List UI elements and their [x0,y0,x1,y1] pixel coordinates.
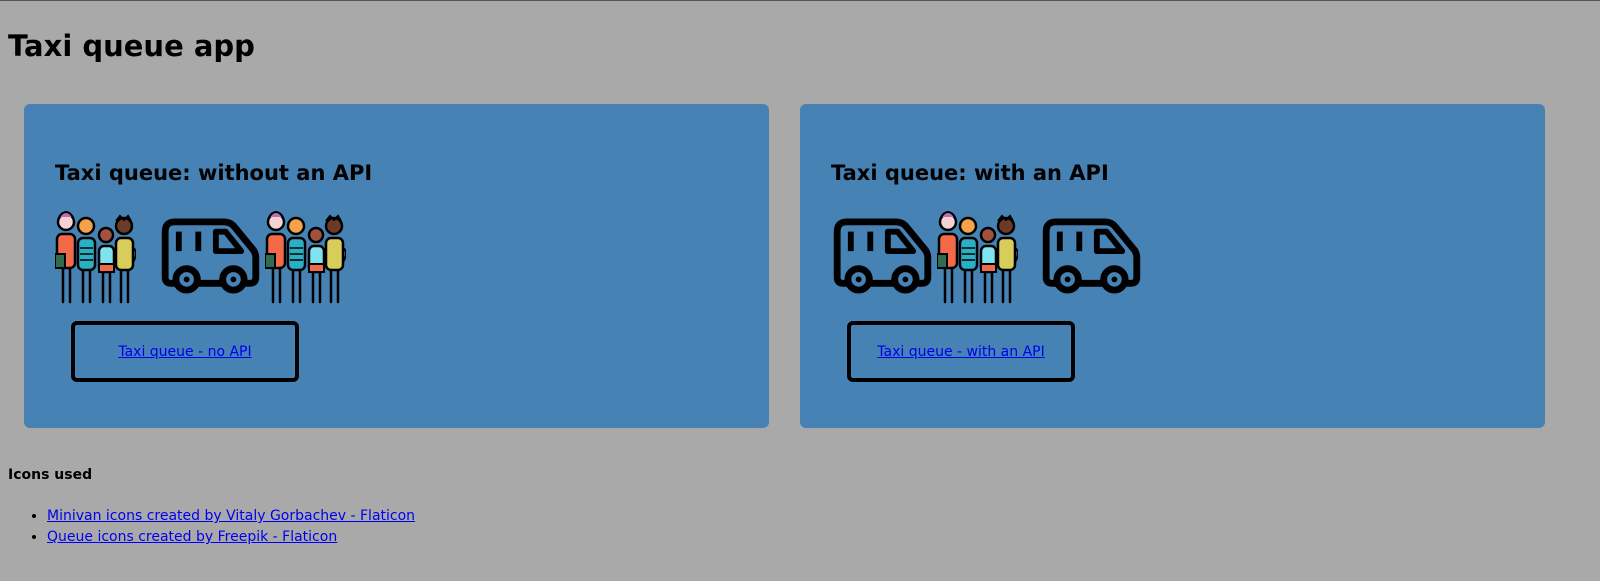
credits-list: Minivan icons created by Vitaly Gorbache… [8,506,415,548]
list-item: Queue icons created by Freepik - Flatico… [47,527,415,548]
minivan-icon [831,218,933,294]
illustration [831,208,1142,304]
no-api-button[interactable]: Taxi queue - no API [71,321,299,382]
page-title: Taxi queue app [8,29,255,63]
queue-icon [265,210,346,304]
queue-icon [55,210,136,304]
minivan-icon [1040,218,1142,294]
card-no-api: Taxi queue: without an API Taxi queue - … [24,104,769,428]
list-item: Minivan icons created by Vitaly Gorbache… [47,506,415,527]
credits-heading: Icons used [8,467,93,483]
with-api-button[interactable]: Taxi queue - with an API [847,321,1075,382]
minivan-icon [159,218,261,294]
card-title: Taxi queue: with an API [831,161,1109,185]
minivan-credit-link[interactable]: Minivan icons created by Vitaly Gorbache… [47,508,415,524]
queue-credit-link[interactable]: Queue icons created by Freepik - Flatico… [47,529,337,545]
card-title: Taxi queue: without an API [55,161,373,185]
with-api-link[interactable]: Taxi queue - with an API [877,344,1044,360]
no-api-link[interactable]: Taxi queue - no API [118,344,251,360]
card-with-api: Taxi queue: with an API Taxi queue - wit… [800,104,1545,428]
queue-icon [937,210,1018,304]
illustration [55,208,346,304]
